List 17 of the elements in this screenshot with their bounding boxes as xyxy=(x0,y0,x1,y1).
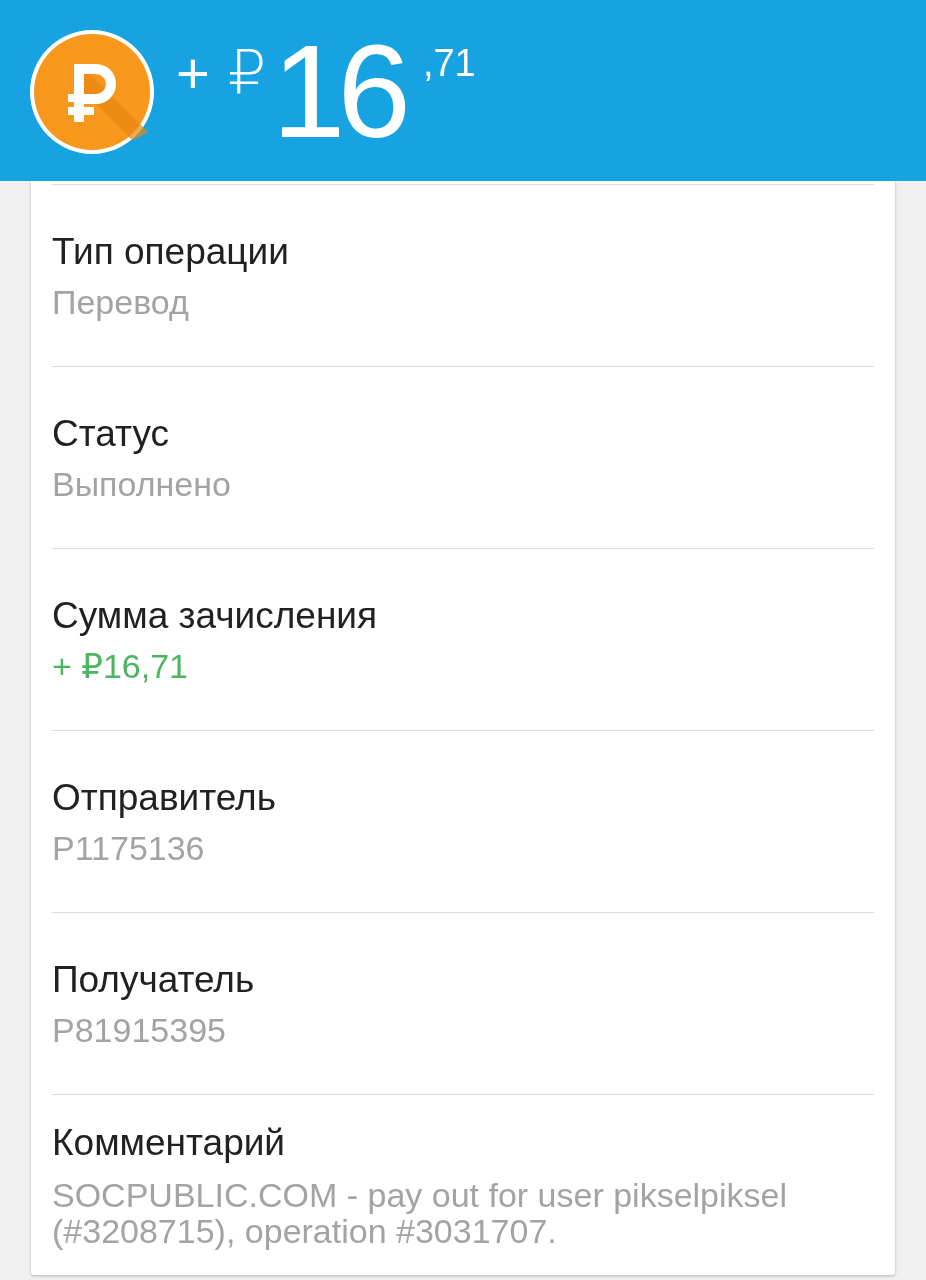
field-label: Получатель xyxy=(52,960,256,1000)
field-value: P1175136 xyxy=(52,830,206,866)
currency-symbol: ₽ xyxy=(227,42,267,102)
field-value: P81915395 xyxy=(52,1012,227,1048)
ruble-coin-icon xyxy=(28,28,156,156)
credited-amount: + ₽16,71 xyxy=(52,648,190,684)
field-value: Выполнено xyxy=(52,466,232,502)
field-label: Тип операции xyxy=(52,232,290,272)
amount-sign: + xyxy=(176,44,210,102)
field-value: Перевод xyxy=(52,284,190,320)
field-label: Отправитель xyxy=(52,778,277,818)
field-value: SOCPUBLIC.COM - pay out for user pikselpiksel (#3208715), operation #3031707. xyxy=(52,1177,789,1249)
amount-whole: 16 xyxy=(272,26,403,158)
amount-fraction: ,71 xyxy=(422,44,476,82)
field-label: Сумма зачисления xyxy=(52,596,378,636)
field-label: Статус xyxy=(52,414,170,454)
field-label: Комментарий xyxy=(52,1123,287,1163)
